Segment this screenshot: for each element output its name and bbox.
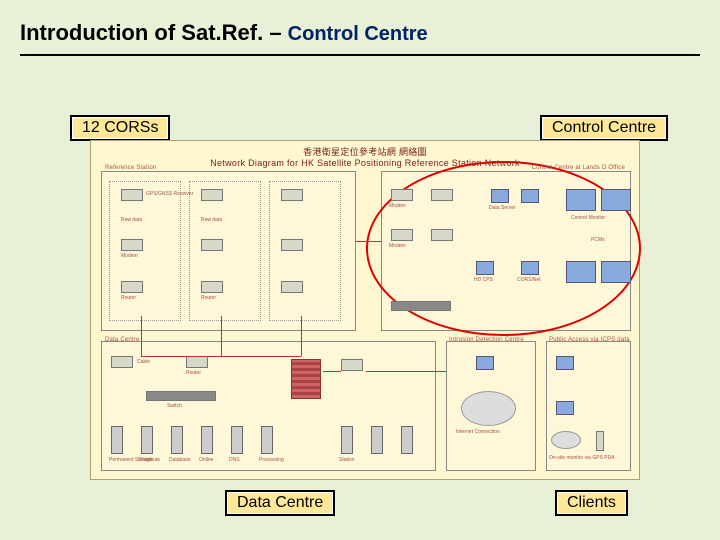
link-line xyxy=(323,371,341,372)
receiver-icon xyxy=(201,189,223,201)
modem-icon xyxy=(431,189,453,201)
server-icon xyxy=(341,426,353,454)
server-icon xyxy=(171,426,183,454)
monitor-icon xyxy=(601,189,631,211)
cap: PCMs xyxy=(591,237,605,243)
cap: Distribute xyxy=(139,457,160,463)
modem-icon xyxy=(391,229,413,241)
router-icon xyxy=(281,281,303,293)
firewall-icon xyxy=(291,359,321,399)
monitor-icon xyxy=(566,189,596,211)
cap: HD CPS xyxy=(474,277,493,283)
cap: On-site monitor via GPS PDA xyxy=(549,455,615,461)
label-clients: Clients xyxy=(555,490,628,516)
cap: Station xyxy=(339,457,355,463)
link-line xyxy=(141,316,142,356)
pda-icon xyxy=(596,431,604,451)
pc-icon xyxy=(491,189,509,203)
pc-icon xyxy=(521,189,539,203)
label-data-centre: Data Centre xyxy=(225,490,335,516)
cap: Modem xyxy=(389,203,406,209)
monitor-icon xyxy=(601,261,631,283)
ref-station-1 xyxy=(109,181,181,321)
cap: GPS/GNSS Receiver xyxy=(146,191,193,197)
cap: Router xyxy=(201,295,216,301)
server-icon xyxy=(371,426,383,454)
cap: Cable xyxy=(137,359,150,365)
zone-label-se1: Intrusion Detection Centre xyxy=(449,337,524,343)
title-main: Introduction of Sat.Ref. – xyxy=(20,20,288,45)
pc-icon xyxy=(476,356,494,370)
label-control-centre: Control Centre xyxy=(540,115,668,141)
cap: Raw data xyxy=(201,217,222,223)
zone-label-nw: Reference Station xyxy=(105,165,156,171)
modem-icon xyxy=(121,239,143,251)
cap: Modem xyxy=(121,253,138,259)
zone-label-se2: Public Access via ICPS data xyxy=(549,337,630,343)
router-icon xyxy=(186,356,208,368)
cap: DNS xyxy=(229,457,240,463)
modem-icon xyxy=(391,189,413,201)
monitor-icon xyxy=(566,261,596,283)
switch-icon xyxy=(391,301,451,311)
zone-label-sw: Data Centre xyxy=(105,337,140,343)
receiver-icon xyxy=(281,189,303,201)
server-icon xyxy=(261,426,273,454)
title-underline xyxy=(20,54,700,56)
link-line xyxy=(141,356,301,357)
server-icon xyxy=(141,426,153,454)
pc-icon xyxy=(556,401,574,415)
switch-icon xyxy=(146,391,216,401)
cap: Router xyxy=(186,370,201,376)
ref-station-2 xyxy=(189,181,261,321)
title-sub: Control Centre xyxy=(288,23,428,45)
router-icon xyxy=(121,281,143,293)
cloud-icon xyxy=(551,431,581,449)
cap: Online xyxy=(199,457,213,463)
cap: Switch xyxy=(167,403,182,409)
cap: CORS/Net xyxy=(517,277,541,283)
slide-title: Introduction of Sat.Ref. – Control Centr… xyxy=(20,20,428,46)
cap: Database xyxy=(169,457,190,463)
modem-icon xyxy=(281,239,303,251)
server-icon xyxy=(401,426,413,454)
link-line xyxy=(301,316,302,356)
cap: Data Server xyxy=(489,205,516,211)
label-cors: 12 CORSs xyxy=(70,115,170,141)
modem-icon xyxy=(201,239,223,251)
cloud-icon xyxy=(461,391,516,426)
network-diagram: 香港衛星定位參考站網 網絡圖 Network Diagram for HK Sa… xyxy=(90,140,640,480)
cap: Control Monitor xyxy=(571,215,605,221)
router-icon xyxy=(111,356,133,368)
pc-icon xyxy=(556,356,574,370)
server-icon xyxy=(201,426,213,454)
receiver-icon xyxy=(121,189,143,201)
modem-icon xyxy=(431,229,453,241)
pc-icon xyxy=(476,261,494,275)
ref-station-3 xyxy=(269,181,341,321)
link-line xyxy=(221,316,222,356)
router-icon xyxy=(341,359,363,371)
cap: Router xyxy=(121,295,136,301)
cap: Processing xyxy=(259,457,284,463)
router-icon xyxy=(201,281,223,293)
cap: Modem xyxy=(389,243,406,249)
link-line xyxy=(356,241,381,242)
zone-label-ne: Control Centre at Lands D Office xyxy=(532,165,625,171)
link-line xyxy=(366,371,446,372)
cap: Raw data xyxy=(121,217,142,223)
pc-icon xyxy=(521,261,539,275)
server-icon xyxy=(231,426,243,454)
server-icon xyxy=(111,426,123,454)
cap: Internet Connection xyxy=(456,429,500,435)
